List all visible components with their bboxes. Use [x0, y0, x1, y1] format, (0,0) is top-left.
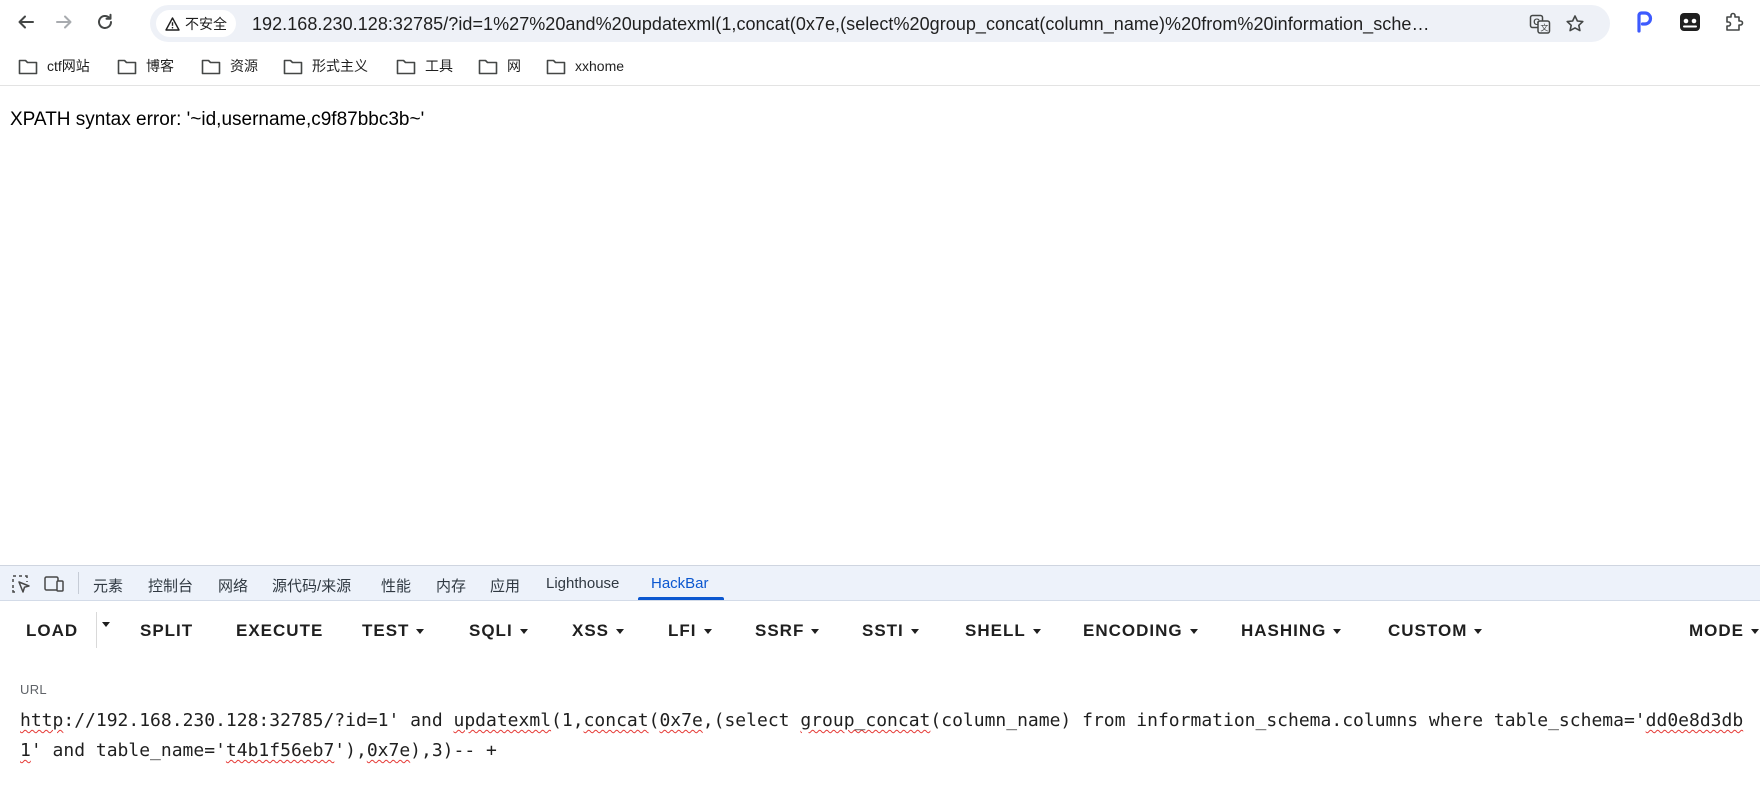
- inspect-element-icon[interactable]: [10, 574, 32, 594]
- active-tab-indicator: [638, 597, 724, 600]
- execute-button[interactable]: EXECUTE: [236, 621, 323, 641]
- spellcheck-word: group_concat: [800, 710, 931, 731]
- hackbar-toolbar: LOAD SPLIT EXECUTE TEST SQLI XSS LFI SSR…: [0, 602, 1760, 660]
- xss-menu-button[interactable]: XSS: [572, 621, 625, 641]
- load-split-divider: [96, 612, 97, 648]
- bookmark-star-icon[interactable]: [1563, 12, 1587, 36]
- devtools-panel: 元素 控制台 网络 源代码/来源 性能 内存 应用 Lighthouse Hac…: [0, 565, 1760, 786]
- load-dropdown-button[interactable]: [102, 621, 110, 627]
- address-url[interactable]: 192.168.230.128:32785/?id=1%27%20and%20u…: [252, 14, 1442, 35]
- caret-down-icon: [1032, 629, 1041, 634]
- caret-down-icon: [703, 629, 712, 634]
- url-field-label: URL: [20, 682, 47, 697]
- url-text-segment: ),3)-- +: [410, 740, 497, 761]
- tab-elements[interactable]: 元素: [93, 575, 123, 596]
- url-text-segment: (1,: [551, 710, 584, 731]
- folder-icon: [546, 59, 566, 74]
- reload-button[interactable]: [90, 7, 120, 37]
- spellcheck-word: concat: [583, 710, 649, 731]
- bookmarks-bar: ctf网站 博客 资源 形式主义 工具 网 xxhome: [0, 44, 1760, 86]
- folder-icon: [283, 59, 303, 74]
- extension-p-icon[interactable]: [1631, 9, 1657, 35]
- lfi-menu-button[interactable]: LFI: [668, 621, 712, 641]
- devtools-tabbar: 元素 控制台 网络 源代码/来源 性能 内存 应用 Lighthouse Hac…: [0, 566, 1760, 601]
- caret-down-icon: [1333, 629, 1342, 634]
- spellcheck-word: http: [20, 710, 64, 731]
- url-text-segment: ' and table_name=': [30, 740, 226, 761]
- tab-application[interactable]: 应用: [490, 575, 520, 596]
- folder-icon: [117, 59, 137, 74]
- extension-mask-icon[interactable]: [1677, 9, 1703, 35]
- load-button[interactable]: LOAD: [26, 621, 78, 641]
- svg-text:文: 文: [1540, 23, 1548, 33]
- caret-down-icon: [416, 629, 425, 634]
- spellcheck-word: t4b1f56eb7: [225, 740, 335, 761]
- tab-console[interactable]: 控制台: [148, 575, 193, 596]
- tab-lighthouse[interactable]: Lighthouse: [546, 575, 619, 592]
- caret-down-icon: [519, 629, 528, 634]
- forward-button[interactable]: [49, 7, 79, 37]
- page-content: XPATH syntax error: '~id,username,c9f87b…: [0, 87, 1760, 565]
- translate-icon[interactable]: G文: [1528, 12, 1552, 36]
- caret-down-icon: [1751, 629, 1759, 634]
- bookmark-folder[interactable]: 形式主义: [283, 55, 368, 77]
- security-label: 不安全: [185, 15, 227, 32]
- folder-icon: [396, 59, 416, 74]
- tab-memory[interactable]: 内存: [436, 575, 466, 596]
- bookmark-folder[interactable]: xxhome: [546, 55, 624, 77]
- arrow-left-icon: [18, 15, 34, 29]
- spellcheck-word: 0x7e: [659, 710, 703, 731]
- caret-down-icon: [811, 629, 820, 634]
- caret-down-icon: [910, 629, 919, 634]
- shell-menu-button[interactable]: SHELL: [965, 621, 1041, 641]
- back-button[interactable]: [11, 7, 41, 37]
- folder-icon: [478, 59, 498, 74]
- tab-sources[interactable]: 源代码/来源: [272, 575, 351, 596]
- custom-menu-button[interactable]: CUSTOM: [1388, 621, 1483, 641]
- url-text-segment: (: [648, 710, 660, 731]
- puzzle-extensions-icon[interactable]: [1721, 9, 1747, 35]
- bookmark-folder[interactable]: 博客: [117, 55, 174, 77]
- url-text-segment: ://192.168.230.128:32785/?id=1' and: [63, 710, 454, 731]
- tab-hackbar[interactable]: HackBar: [651, 575, 709, 592]
- url-text-segment: (column_name) from information_schema.co…: [930, 710, 1646, 731]
- security-chip[interactable]: 不安全: [156, 10, 236, 37]
- bookmark-folder[interactable]: 资源: [201, 55, 258, 77]
- device-toolbar-icon[interactable]: [43, 574, 65, 594]
- encoding-menu-button[interactable]: ENCODING: [1083, 621, 1198, 641]
- caret-down-icon: [616, 629, 625, 634]
- url-text-segment: ,(select: [702, 710, 801, 731]
- folder-icon: [18, 59, 38, 74]
- hashing-menu-button[interactable]: HASHING: [1241, 621, 1342, 641]
- ssti-menu-button[interactable]: SSTI: [862, 621, 919, 641]
- bookmark-folder[interactable]: ctf网站: [18, 55, 90, 77]
- split-button[interactable]: SPLIT: [140, 621, 193, 641]
- ssrf-menu-button[interactable]: SSRF: [755, 621, 820, 641]
- browser-toolbar: 不安全 192.168.230.128:32785/?id=1%27%20and…: [0, 0, 1760, 44]
- caret-down-icon: [102, 622, 110, 627]
- spellcheck-word: 0x7e: [366, 740, 411, 761]
- mode-menu-button[interactable]: MODE: [1689, 621, 1759, 641]
- reload-icon: [98, 13, 112, 29]
- arrow-right-icon: [56, 15, 72, 29]
- error-message: XPATH syntax error: '~id,username,c9f87b…: [10, 109, 425, 130]
- caret-down-icon: [1474, 629, 1483, 634]
- caret-down-icon: [1189, 629, 1198, 634]
- url-textarea[interactable]: http://192.168.230.128:32785/?id=1' and …: [20, 706, 1745, 766]
- bookmark-folder[interactable]: 网: [478, 55, 521, 77]
- test-menu-button[interactable]: TEST: [362, 621, 425, 641]
- tab-network[interactable]: 网络: [218, 575, 248, 596]
- address-bar[interactable]: 不安全 192.168.230.128:32785/?id=1%27%20and…: [150, 5, 1610, 42]
- warning-icon: [165, 16, 180, 31]
- folder-icon: [201, 59, 221, 74]
- tab-performance[interactable]: 性能: [381, 575, 411, 596]
- spellcheck-word: updatexml: [453, 710, 552, 731]
- sqli-menu-button[interactable]: SQLI: [469, 621, 528, 641]
- url-text-segment: '),: [334, 740, 367, 761]
- tab-separator: [78, 572, 79, 594]
- bookmark-folder[interactable]: 工具: [396, 55, 453, 77]
